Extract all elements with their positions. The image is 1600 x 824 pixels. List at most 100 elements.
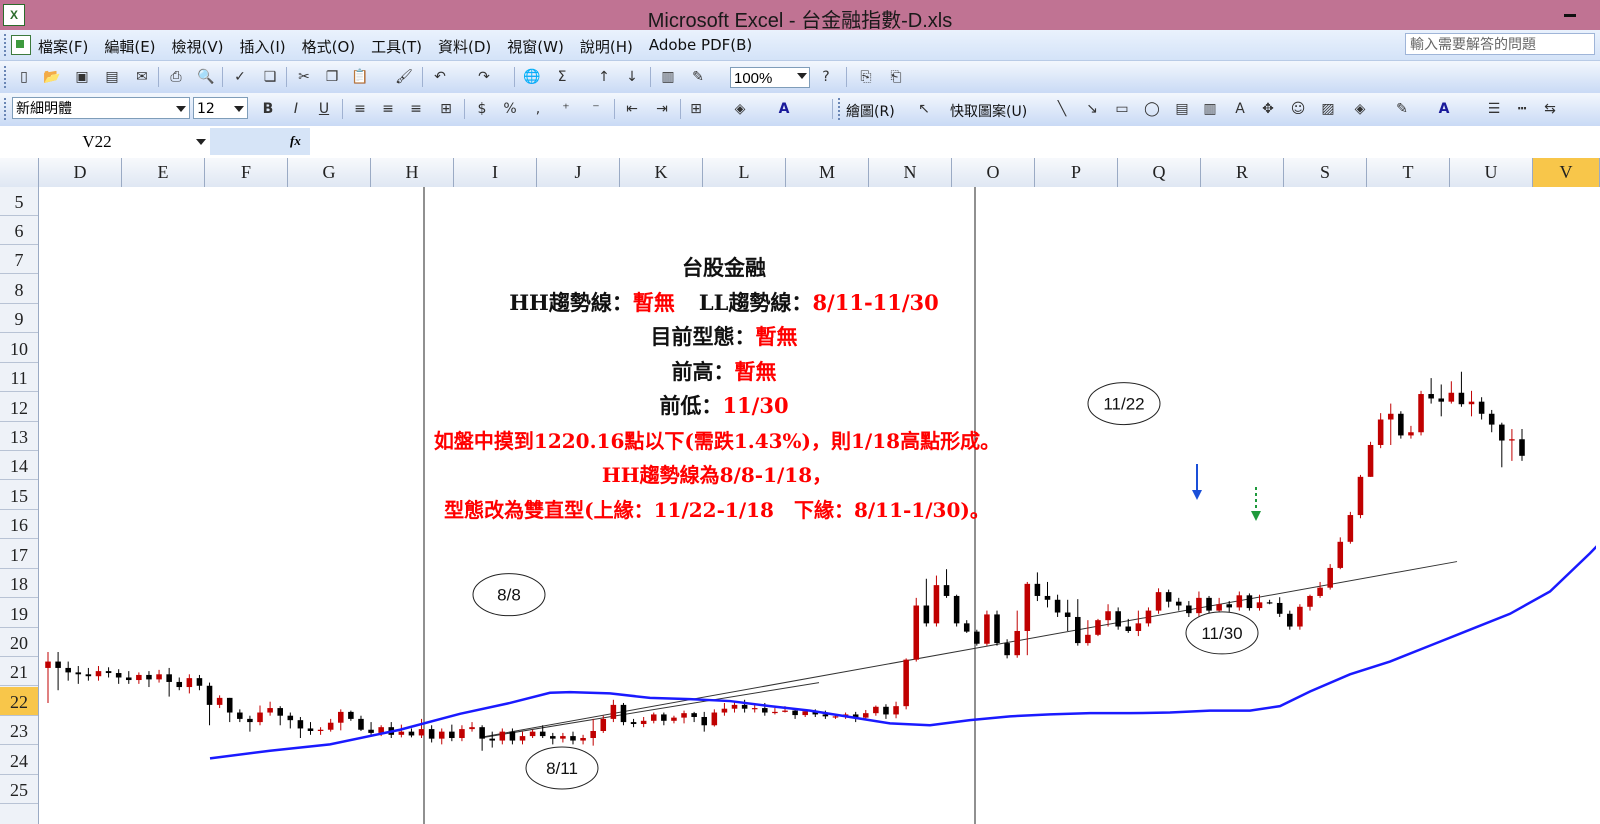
dash-style-icon[interactable]: ┅: [1512, 100, 1532, 118]
decrease-indent-icon[interactable]: ⇤: [622, 100, 642, 118]
comma-style-icon[interactable]: ,: [528, 100, 548, 118]
chevron-down-icon[interactable]: [234, 106, 244, 112]
row-header[interactable]: 7: [0, 245, 38, 274]
sort-ascending-icon[interactable]: ↑: [594, 68, 614, 86]
italic-icon[interactable]: I: [286, 100, 306, 118]
row-header[interactable]: 23: [0, 716, 38, 745]
align-left-icon[interactable]: ≡: [350, 100, 370, 118]
increase-decimal-icon[interactable]: ⁺: [556, 100, 576, 118]
menu-view[interactable]: 檢視(V): [172, 36, 224, 57]
draw-font-color-icon[interactable]: A: [1434, 100, 1454, 118]
menu-file[interactable]: 檔案(F): [38, 36, 88, 57]
print-icon[interactable]: ⎙: [166, 68, 186, 86]
paste-icon[interactable]: 📋: [350, 68, 370, 86]
copy-icon[interactable]: ❐: [322, 68, 342, 86]
clip-art-icon[interactable]: ☺: [1288, 100, 1308, 118]
research-icon[interactable]: ❏: [260, 68, 280, 86]
select-all-corner[interactable]: [0, 158, 39, 187]
toolbar-grip[interactable]: [838, 98, 843, 120]
currency-icon[interactable]: $: [472, 100, 492, 118]
menu-edit[interactable]: 編輯(E): [104, 36, 155, 57]
autosum-icon[interactable]: Σ: [552, 68, 572, 86]
spelling-icon[interactable]: ✓: [230, 68, 250, 86]
percent-icon[interactable]: %: [500, 100, 520, 118]
line-color-icon[interactable]: ✎: [1392, 100, 1412, 118]
align-center-icon[interactable]: ≡: [378, 100, 398, 118]
insert-function-icon[interactable]: fx: [290, 133, 301, 149]
column-header[interactable]: F: [205, 158, 288, 187]
column-header[interactable]: T: [1367, 158, 1450, 187]
formula-input[interactable]: [312, 128, 1596, 155]
zoom-select[interactable]: 100%: [730, 67, 810, 88]
underline-icon[interactable]: U: [314, 100, 334, 118]
permission-icon[interactable]: ▤: [102, 68, 122, 86]
hyperlink-icon[interactable]: 🌐: [522, 68, 542, 86]
column-header[interactable]: L: [703, 158, 786, 187]
undo-icon[interactable]: ↶: [430, 68, 450, 86]
row-header[interactable]: 25: [0, 775, 38, 804]
text-box-icon[interactable]: ▤: [1172, 100, 1192, 118]
increase-indent-icon[interactable]: ⇥: [652, 100, 672, 118]
workbook-icon[interactable]: [11, 35, 31, 55]
column-header[interactable]: S: [1284, 158, 1367, 187]
row-header[interactable]: 24: [0, 746, 38, 775]
font-name-select[interactable]: 新細明體: [12, 97, 190, 119]
help-question-input[interactable]: 輸入需要解答的問題: [1405, 33, 1595, 55]
row-header[interactable]: 8: [0, 275, 38, 304]
worksheet-grid[interactable]: 8/8 8/11 11/22 11/30 台股金融 HH趨勢線：暫無 LL趨勢線：8/1…: [39, 187, 1600, 824]
row-header[interactable]: 9: [0, 304, 38, 333]
menu-data[interactable]: 資料(D): [438, 36, 491, 57]
column-header[interactable]: D: [39, 158, 122, 187]
row-header[interactable]: 17: [0, 540, 38, 569]
column-header[interactable]: M: [786, 158, 869, 187]
menu-format[interactable]: 格式(O): [302, 36, 356, 57]
toolbar-grip[interactable]: [4, 66, 9, 88]
column-header[interactable]: R: [1201, 158, 1284, 187]
menu-help[interactable]: 說明(H): [580, 36, 633, 57]
chart-wizard-icon[interactable]: ▥: [658, 68, 678, 86]
diagram-icon[interactable]: ✥: [1258, 100, 1278, 118]
insert-picture-icon[interactable]: ▨: [1318, 100, 1338, 118]
row-header[interactable]: 10: [0, 334, 38, 363]
redo-icon[interactable]: ↷: [474, 68, 494, 86]
row-header[interactable]: 18: [0, 569, 38, 598]
vertical-text-box-icon[interactable]: ▥: [1200, 100, 1220, 118]
autoshapes-menu-button[interactable]: 快取圖案(U): [950, 101, 1027, 121]
row-header[interactable]: 15: [0, 481, 38, 510]
borders-icon[interactable]: ⊞: [686, 100, 706, 118]
bold-icon[interactable]: B: [258, 100, 278, 118]
column-header[interactable]: K: [620, 158, 703, 187]
chevron-down-icon[interactable]: [176, 106, 186, 112]
column-header[interactable]: N: [869, 158, 952, 187]
email-icon[interactable]: ✉: [132, 68, 152, 86]
arrow-style-icon[interactable]: ⇆: [1540, 100, 1560, 118]
help-icon[interactable]: ?: [816, 68, 836, 86]
name-box[interactable]: V22: [2, 128, 192, 155]
column-header-selected[interactable]: V: [1533, 158, 1600, 187]
row-header[interactable]: 14: [0, 451, 38, 480]
row-header[interactable]: 16: [0, 510, 38, 539]
sort-descending-icon[interactable]: ↓: [622, 68, 642, 86]
toolbar-grip[interactable]: [4, 98, 9, 120]
column-header[interactable]: E: [122, 158, 205, 187]
row-header[interactable]: 12: [0, 393, 38, 422]
menu-tools[interactable]: 工具(T): [371, 36, 422, 57]
column-header[interactable]: Q: [1118, 158, 1201, 187]
chevron-down-icon[interactable]: [797, 73, 807, 79]
format-painter-icon[interactable]: 🖌: [394, 68, 414, 86]
row-header[interactable]: 13: [0, 422, 38, 451]
row-header[interactable]: 6: [0, 216, 38, 245]
candlestick-chart[interactable]: 8/88/1111/2211/30 台股金融 HH趨勢線：暫無 LL趨勢線：8/1…: [39, 187, 1600, 824]
select-objects-icon[interactable]: ↖: [914, 100, 934, 118]
line-tool-icon[interactable]: ╲: [1052, 100, 1072, 118]
draw-fill-color-icon[interactable]: ◈: [1350, 100, 1370, 118]
column-header[interactable]: P: [1035, 158, 1118, 187]
align-right-icon[interactable]: ≡: [406, 100, 426, 118]
draw-menu-button[interactable]: 繪圖(R): [846, 101, 895, 121]
cut-icon[interactable]: ✂: [294, 68, 314, 86]
column-header[interactable]: O: [952, 158, 1035, 187]
convert-to-pdf-icon[interactable]: ⎘: [856, 68, 876, 86]
open-folder-icon[interactable]: 📂: [42, 68, 62, 86]
row-header[interactable]: 20: [0, 628, 38, 657]
row-header[interactable]: 19: [0, 599, 38, 628]
